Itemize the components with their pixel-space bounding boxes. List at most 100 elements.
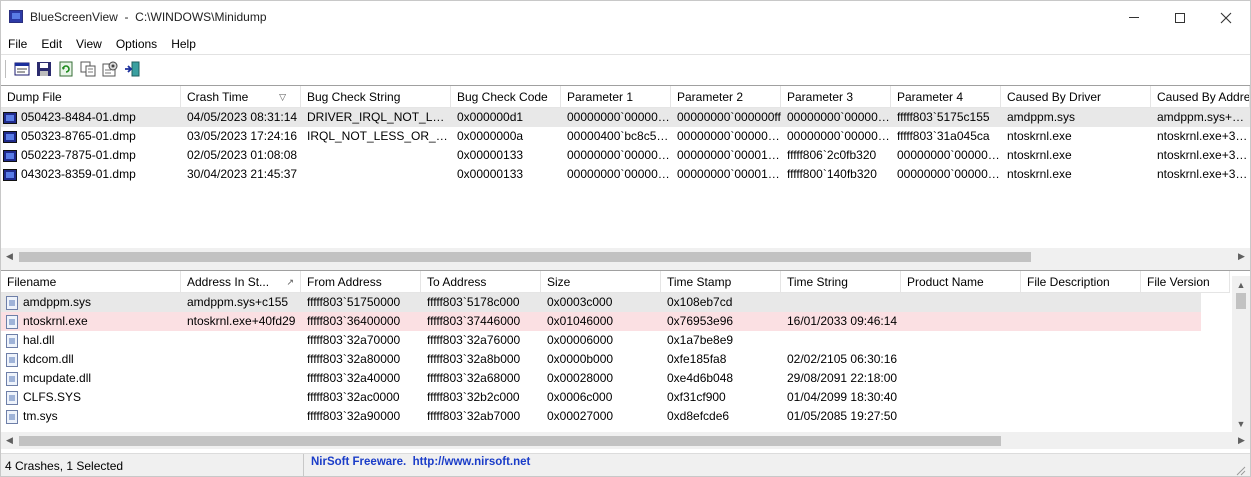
copy-button[interactable] xyxy=(77,58,99,80)
minimize-button[interactable] xyxy=(1111,1,1157,34)
crash-list-horizontal-scrollbar[interactable]: ◀ ▶ xyxy=(1,248,1250,265)
toolbar-separator xyxy=(5,60,7,78)
scroll-right-arrow-icon[interactable]: ▶ xyxy=(1233,432,1250,449)
column-header-product-name[interactable]: Product Name xyxy=(901,271,1021,293)
nirsoft-link[interactable]: NirSoft Freeware. http://www.nirsoft.net xyxy=(311,456,530,468)
column-header-crash-time[interactable]: Crash Time ▽ xyxy=(181,86,301,108)
advanced-options-button[interactable] xyxy=(99,58,121,80)
menu-options[interactable]: Options xyxy=(116,37,157,51)
parameter-4-cell: 00000000`000000... xyxy=(897,167,1001,181)
file-description-cell xyxy=(1021,312,1141,331)
crash-list[interactable]: Dump File Crash Time ▽ Bug Check String … xyxy=(1,85,1250,265)
scroll-down-arrow-icon[interactable]: ▼ xyxy=(1232,415,1250,432)
exit-button[interactable] xyxy=(121,58,143,80)
scrollbar-thumb[interactable] xyxy=(1236,293,1246,309)
menu-help[interactable]: Help xyxy=(171,37,196,51)
driver-row[interactable]: hal.dll fffff803`32a70000 fffff803`32a76… xyxy=(1,331,1201,350)
driver-row[interactable]: CLFS.SYS fffff803`32ac0000 fffff803`32b2… xyxy=(1,388,1201,407)
scroll-left-arrow-icon[interactable]: ◀ xyxy=(1,432,18,449)
column-header-size[interactable]: Size xyxy=(541,271,661,293)
driver-row[interactable]: ntoskrnl.exe ntoskrnl.exe+40fd29 fffff80… xyxy=(1,312,1201,331)
caused-by-driver-cell: ntoskrnl.exe xyxy=(1007,167,1072,181)
title-bar: BlueScreenView - C:\WINDOWS\Minidump xyxy=(1,1,1250,34)
menu-view[interactable]: View xyxy=(76,37,102,51)
driver-list-header: Filename Address In St... ↗ From Address… xyxy=(1,271,1230,293)
resize-grip-icon[interactable] xyxy=(1234,464,1246,476)
parameter-2-cell: 00000000`00001e... xyxy=(677,167,781,181)
time-stamp-cell: 0xd8efcde6 xyxy=(667,409,730,423)
column-header-label: Address In St... xyxy=(187,275,270,289)
menu-file[interactable]: File xyxy=(8,37,27,51)
driver-row[interactable]: amdppm.sys amdppm.sys+c155 fffff803`5175… xyxy=(1,293,1201,312)
scroll-left-arrow-icon[interactable]: ◀ xyxy=(1,248,18,265)
to-address-cell: fffff803`32ab7000 xyxy=(427,409,521,423)
column-header-time-string[interactable]: Time String xyxy=(781,271,901,293)
file-description-cell xyxy=(1021,293,1141,312)
filename-cell: ntoskrnl.exe xyxy=(1,312,181,331)
save-button[interactable] xyxy=(33,58,55,80)
crash-row[interactable]: 050323-8765-01.dmp 03/05/2023 17:24:16 I… xyxy=(1,127,1250,146)
crash-time-cell: 03/05/2023 17:24:16 xyxy=(187,129,298,143)
maximize-button[interactable] xyxy=(1157,1,1203,34)
column-header-file-version[interactable]: File Version xyxy=(1141,271,1230,293)
parameter-4-cell: fffff803`5175c155 xyxy=(897,110,990,124)
caused-by-driver-cell: ntoskrnl.exe xyxy=(1007,129,1072,143)
properties-button[interactable] xyxy=(11,58,33,80)
dump-file-cell: 050323-8765-01.dmp xyxy=(1,127,181,146)
from-address-cell: fffff803`32a90000 xyxy=(307,409,401,423)
column-header-parameter-4[interactable]: Parameter 4 xyxy=(891,86,1001,108)
column-header-caused-by-address[interactable]: Caused By Address xyxy=(1151,86,1250,108)
scrollbar-thumb[interactable] xyxy=(19,436,1001,446)
driver-row[interactable]: tm.sys fffff803`32a90000 fffff803`32ab70… xyxy=(1,407,1201,426)
sort-ascending-icon: ↗ xyxy=(286,277,294,287)
parameter-1-cell: 00000400`bc8c51f8 xyxy=(567,129,671,143)
parameter-3-cell: 00000000`000000... xyxy=(787,110,891,124)
driver-file-icon xyxy=(6,409,18,424)
column-header-address-in-stack[interactable]: Address In St... ↗ xyxy=(181,271,301,293)
size-cell: 0x00006000 xyxy=(547,333,614,347)
dump-file-icon xyxy=(3,149,17,162)
column-header-parameter-2[interactable]: Parameter 2 xyxy=(671,86,781,108)
column-header-bug-check-string[interactable]: Bug Check String xyxy=(301,86,451,108)
column-header-file-description[interactable]: File Description xyxy=(1021,271,1141,293)
driver-row[interactable]: kdcom.dll fffff803`32a80000 fffff803`32a… xyxy=(1,350,1201,369)
to-address-cell: fffff803`32a8b000 xyxy=(427,352,521,366)
filename-cell: kdcom.dll xyxy=(1,350,181,369)
column-header-parameter-1[interactable]: Parameter 1 xyxy=(561,86,671,108)
crash-row[interactable]: 050223-7875-01.dmp 02/05/2023 01:08:08 0… xyxy=(1,146,1250,165)
scroll-up-arrow-icon[interactable]: ▲ xyxy=(1232,276,1250,293)
parameter-4-cell: 00000000`000000... xyxy=(897,148,1001,162)
driver-file-name: mcupdate.dll xyxy=(23,371,92,385)
scroll-right-arrow-icon[interactable]: ▶ xyxy=(1233,248,1250,265)
dump-file-cell: 043023-8359-01.dmp xyxy=(1,165,181,184)
driver-list[interactable]: Filename Address In St... ↗ From Address… xyxy=(1,270,1250,450)
parameter-2-cell: 00000000`000000... xyxy=(677,129,781,143)
file-version-cell xyxy=(1141,331,1201,350)
column-header-caused-by-driver[interactable]: Caused By Driver xyxy=(1001,86,1151,108)
driver-list-vertical-scrollbar[interactable]: ▲ ▼ xyxy=(1232,276,1250,432)
crash-row[interactable]: 050423-8484-01.dmp 04/05/2023 08:31:14 D… xyxy=(1,108,1250,127)
close-button[interactable] xyxy=(1203,1,1249,34)
driver-list-horizontal-scrollbar[interactable]: ◀ ▶ xyxy=(1,432,1250,449)
crash-row[interactable]: 043023-8359-01.dmp 30/04/2023 21:45:37 0… xyxy=(1,165,1250,184)
address-in-stack-cell xyxy=(181,407,301,426)
column-header-to-address[interactable]: To Address xyxy=(421,271,541,293)
crash-time-cell: 02/05/2023 01:08:08 xyxy=(187,148,298,162)
menu-edit[interactable]: Edit xyxy=(41,37,62,51)
from-address-cell: fffff803`32a70000 xyxy=(307,333,401,347)
column-header-filename[interactable]: Filename xyxy=(1,271,181,293)
driver-row[interactable]: mcupdate.dll fffff803`32a40000 fffff803`… xyxy=(1,369,1201,388)
column-header-parameter-3[interactable]: Parameter 3 xyxy=(781,86,891,108)
column-header-from-address[interactable]: From Address xyxy=(301,271,421,293)
address-in-stack-cell xyxy=(181,388,301,407)
column-header-time-stamp[interactable]: Time Stamp xyxy=(661,271,781,293)
scrollbar-thumb[interactable] xyxy=(19,252,1031,262)
size-cell: 0x00028000 xyxy=(547,371,614,385)
column-header-bug-check-code[interactable]: Bug Check Code xyxy=(451,86,561,108)
refresh-button[interactable] xyxy=(55,58,77,80)
driver-file-name: ntoskrnl.exe xyxy=(23,314,88,328)
column-header-dump-file[interactable]: Dump File xyxy=(1,86,181,108)
driver-file-icon xyxy=(6,314,18,329)
driver-file-name: CLFS.SYS xyxy=(23,390,82,404)
size-cell: 0x0000b000 xyxy=(547,352,614,366)
